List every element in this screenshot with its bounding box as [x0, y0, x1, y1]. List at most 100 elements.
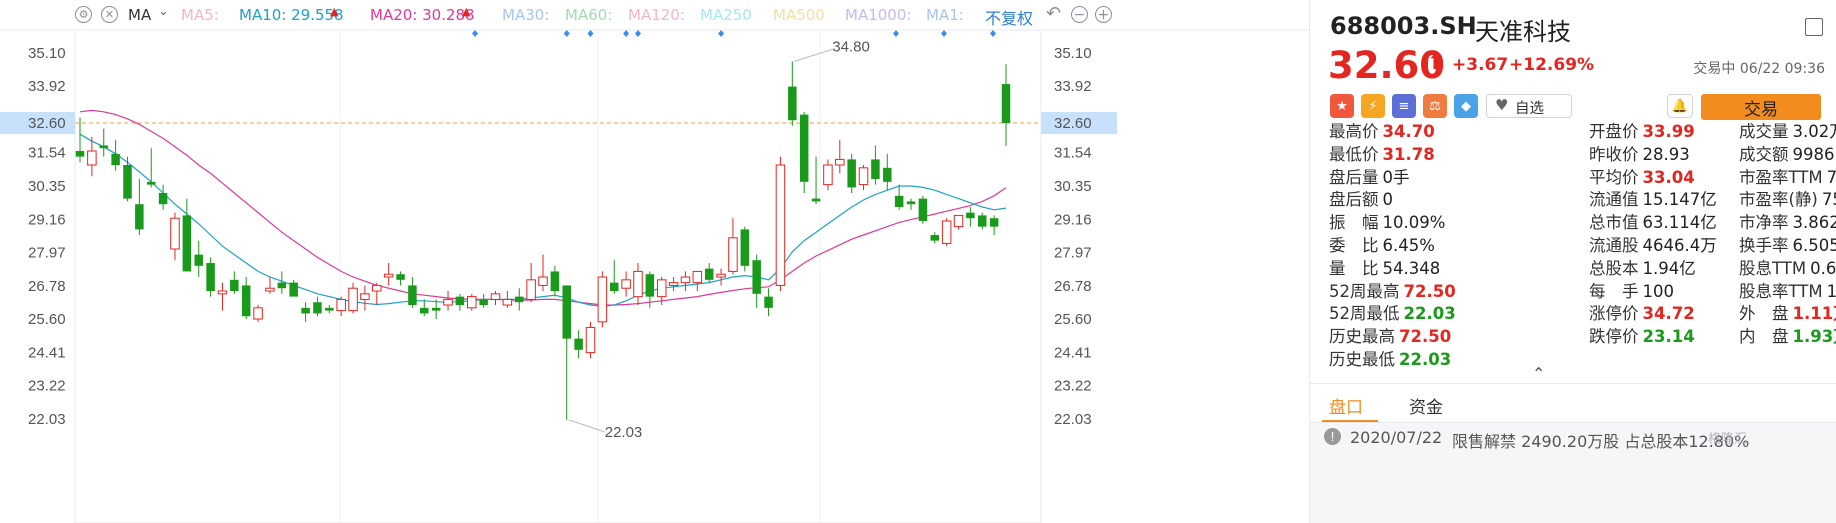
- candle-body-up: [502, 298, 513, 306]
- quote-row: 总市值 63.114亿: [1589, 209, 1717, 233]
- event-marker: [990, 30, 996, 37]
- quote-label: 最低价: [1329, 144, 1379, 164]
- candle-body-up: [692, 270, 703, 284]
- quote-value: 1.840%: [1826, 281, 1836, 301]
- candle-body-up: [490, 293, 501, 300]
- y-tick-label: 33.92: [28, 78, 66, 95]
- quote-label: 内 盘: [1739, 327, 1789, 347]
- bell-icon[interactable]: 🔔: [1667, 94, 1693, 118]
- watchlist-button[interactable]: ♥ 自选: [1486, 94, 1572, 118]
- quote-row: 成交量3.02万手: [1739, 118, 1836, 142]
- tab-pankou[interactable]: 盘口: [1329, 393, 1363, 418]
- quote-value: 9986.91万: [1792, 144, 1836, 164]
- watchlist-label: 自选: [1515, 101, 1544, 117]
- high-leader: [794, 48, 833, 62]
- candle-body-up: [668, 282, 679, 286]
- candle-body-up: [348, 287, 358, 312]
- candle-body-down: [740, 229, 750, 266]
- candle-body-up: [360, 293, 370, 300]
- low-price-label: 22.03: [605, 424, 643, 441]
- notice-text[interactable]: 限售解禁 2490.20万股 占总股本12.80%: [1452, 428, 1749, 452]
- quote-value: 34.70: [1382, 122, 1435, 141]
- quote-label: 涨停价: [1589, 304, 1639, 324]
- y-tick-label-right: 31.54: [1054, 145, 1092, 162]
- candle-body-down: [811, 198, 821, 202]
- watermark-logo: 格隆汇: [1708, 432, 1748, 447]
- event-marker: [623, 30, 630, 37]
- candle-body-down: [479, 299, 488, 306]
- quote-value: 0手: [1382, 167, 1410, 187]
- panel-toggle-icon[interactable]: [1805, 18, 1823, 36]
- quote-row: 换手率6.505%: [1739, 232, 1836, 256]
- quote-row: 市净率 3.862: [1739, 209, 1836, 233]
- y-tick-label-right: 24.41: [1054, 344, 1092, 361]
- chart-canvas[interactable]: 35.10 35.10 33.92 33.92 32.60 32.60 31.54 31.54…: [0, 0, 1308, 523]
- quote-value: 72.50: [1403, 281, 1456, 301]
- candle-body-up: [656, 279, 667, 298]
- quote-label: 历史最低: [1329, 350, 1395, 369]
- y-tick-label: 23.22: [28, 378, 66, 395]
- quote-row: 平均价 33.04: [1589, 164, 1695, 188]
- quote-row: 52周最高 72.50: [1329, 278, 1456, 302]
- tag-icon[interactable]: ◆: [1454, 94, 1478, 118]
- candle-body-up: [775, 164, 786, 286]
- candle-body-up: [728, 237, 738, 272]
- quote-label: 量 比: [1329, 258, 1379, 278]
- scale-icon[interactable]: ⚖: [1423, 94, 1447, 118]
- candle-body-down: [146, 181, 156, 185]
- candle-body-down: [989, 218, 999, 227]
- quote-label: 市盈率(静): [1739, 190, 1818, 210]
- candle-body-down: [871, 159, 880, 180]
- quote-value: 0: [1382, 190, 1394, 210]
- quote-row: 最低价 31.78: [1329, 141, 1435, 165]
- y-tick-label: 27.97: [28, 245, 66, 262]
- collapse-chevron-icon[interactable]: ⌃: [1532, 364, 1545, 383]
- trade-button[interactable]: 交易: [1701, 94, 1821, 120]
- y-tick-label: 29.16: [28, 211, 66, 228]
- quote-label: 最高价: [1329, 122, 1379, 141]
- y-tick-label: 22.03: [28, 411, 66, 428]
- notice-date: 2020/07/22: [1350, 428, 1443, 447]
- tab-funds[interactable]: 资金: [1409, 393, 1443, 418]
- y-tick-label-right: 27.97: [1054, 245, 1092, 262]
- quote-row: 成交额9986.91万: [1739, 141, 1836, 165]
- quote-value: 75.813: [1826, 167, 1836, 187]
- database-icon[interactable]: ≡: [1392, 94, 1416, 118]
- candle-body-down: [562, 285, 571, 339]
- quote-label: 历史最高: [1329, 327, 1395, 347]
- quote-value: 6.505%: [1792, 236, 1836, 255]
- candle-body-down: [515, 296, 524, 303]
- y-tick-label: 25.60: [28, 311, 66, 328]
- candle-body-down: [408, 285, 417, 306]
- candle-body-down: [883, 167, 892, 182]
- quote-label: 外 盘: [1739, 304, 1789, 324]
- candle-body-up: [621, 279, 631, 289]
- candle-body-down: [396, 274, 405, 280]
- candle-body-down: [289, 282, 298, 297]
- lightning-icon[interactable]: ⚡: [1361, 94, 1385, 118]
- quote-row: 流通股 4646.4万: [1589, 232, 1717, 256]
- candle-body-up: [253, 307, 263, 320]
- candle-body-up: [217, 290, 228, 295]
- quote-label: 盘后量: [1329, 167, 1379, 187]
- china-flag-icon[interactable]: ★: [1330, 94, 1354, 118]
- candle-body-down: [752, 260, 761, 294]
- candle-body-down: [704, 268, 714, 280]
- y-tick-label: 35.10: [28, 45, 66, 62]
- quote-label: 流通值: [1589, 190, 1639, 210]
- quote-row: 市盈率TTM75.813: [1739, 164, 1836, 188]
- candle-body-down: [609, 282, 619, 292]
- candle-body-up: [941, 220, 952, 244]
- candle-body-down: [99, 145, 108, 149]
- quote-value: 72.50: [1399, 327, 1452, 347]
- quote-label: 昨收价: [1589, 144, 1639, 164]
- quote-row: 委 比 6.45%: [1329, 232, 1435, 256]
- stock-name: 天准科技: [1475, 18, 1571, 46]
- quote-value: 33.04: [1642, 167, 1695, 187]
- y-tick-label-right: 30.35: [1054, 178, 1092, 195]
- kline-chart[interactable]: ⚙ ✕ MA ⌄ MA5: MA10: 29.558 ▲ MA20: 30.28…: [0, 0, 1308, 523]
- quote-label: 总股本: [1589, 258, 1639, 278]
- candle-body-up: [526, 279, 536, 300]
- candle-body-down: [918, 198, 928, 222]
- quote-value: 22.03: [1403, 304, 1456, 324]
